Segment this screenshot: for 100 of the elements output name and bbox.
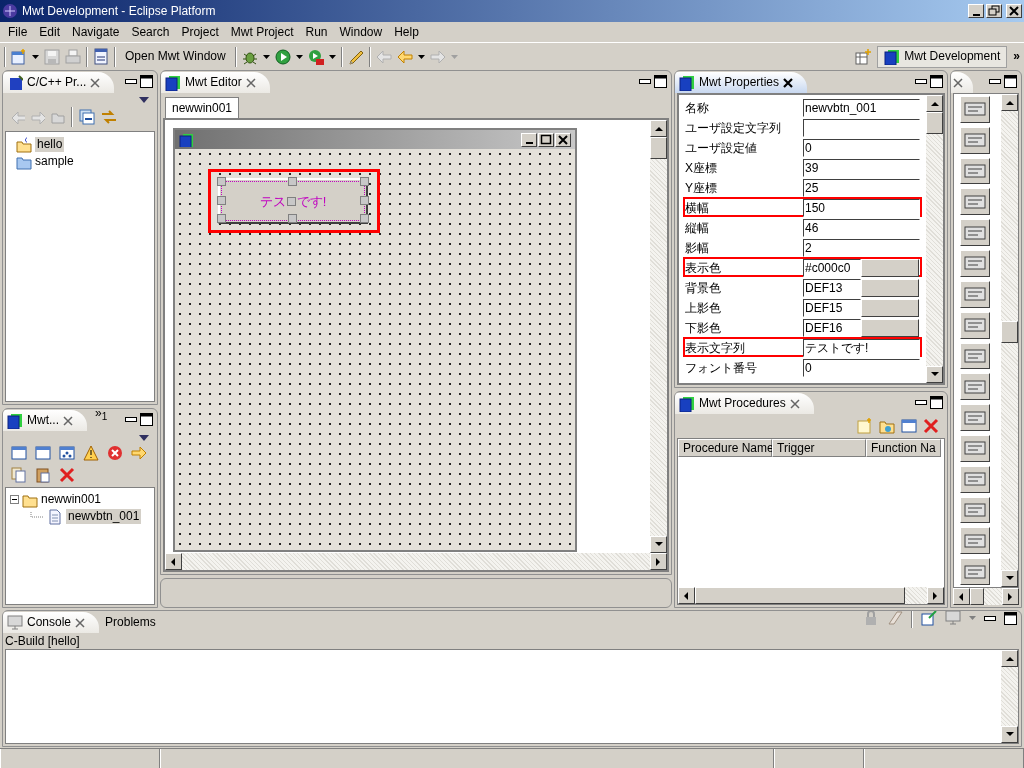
scroll-up-button[interactable] bbox=[1001, 650, 1018, 668]
palette-button[interactable] bbox=[960, 157, 990, 185]
palette-button[interactable] bbox=[960, 434, 990, 462]
view-tab[interactable]: Mwt Editor bbox=[161, 72, 270, 93]
vertical-scrollbar[interactable] bbox=[1001, 94, 1018, 587]
horizontal-scrollbar[interactable] bbox=[953, 588, 1019, 605]
copy-icon[interactable] bbox=[11, 467, 27, 483]
palette-button[interactable] bbox=[960, 126, 990, 154]
window-layout-icon[interactable] bbox=[59, 445, 75, 461]
minimize-icon[interactable] bbox=[125, 417, 137, 422]
scrollbar-thumb[interactable] bbox=[970, 588, 984, 605]
minimize-icon[interactable] bbox=[915, 79, 927, 84]
close-button[interactable] bbox=[555, 132, 571, 147]
minimize-icon[interactable] bbox=[125, 79, 137, 84]
menu-item[interactable]: Navigate bbox=[66, 24, 126, 40]
palette-button[interactable] bbox=[960, 188, 990, 216]
scrollbar-thumb[interactable] bbox=[926, 112, 943, 134]
window-icon[interactable] bbox=[901, 418, 917, 434]
scroll-right-button[interactable] bbox=[1002, 588, 1019, 605]
minimize-icon[interactable] bbox=[915, 400, 927, 405]
collapse-icon[interactable] bbox=[10, 495, 19, 504]
minimize-icon[interactable] bbox=[989, 79, 1001, 84]
palette-button[interactable] bbox=[960, 311, 990, 339]
scroll-down-button[interactable] bbox=[926, 366, 943, 383]
maximize-icon[interactable] bbox=[654, 75, 667, 88]
palette-button[interactable] bbox=[960, 465, 990, 493]
horizontal-scrollbar[interactable] bbox=[165, 553, 667, 570]
vertical-scrollbar[interactable] bbox=[926, 95, 943, 383]
close-icon[interactable] bbox=[783, 77, 794, 88]
warning-icon[interactable] bbox=[83, 445, 99, 461]
binary-file-icon[interactable] bbox=[93, 48, 109, 65]
palette-button[interactable] bbox=[960, 527, 990, 555]
property-field[interactable]: 0 bbox=[803, 139, 920, 157]
color-picker-button[interactable] bbox=[861, 279, 919, 297]
scrollbar-thumb[interactable] bbox=[650, 137, 667, 160]
window-icon[interactable] bbox=[11, 445, 27, 461]
view-tab[interactable]: Mwt Properties bbox=[675, 72, 808, 93]
view-tab[interactable]: C/C++ Pr... bbox=[3, 72, 115, 93]
perspective-button[interactable]: Mwt Development bbox=[877, 45, 1008, 68]
palette-button[interactable] bbox=[960, 342, 990, 370]
collapse-all-icon[interactable] bbox=[79, 109, 95, 125]
scroll-right-button[interactable] bbox=[650, 553, 667, 570]
dropdown-caret-icon[interactable] bbox=[32, 54, 39, 59]
palette-button[interactable] bbox=[960, 96, 990, 123]
property-field[interactable]: DEF15 bbox=[803, 299, 861, 317]
minimize-icon[interactable] bbox=[639, 79, 651, 84]
palette-button[interactable] bbox=[960, 250, 990, 277]
menu-item[interactable]: Edit bbox=[33, 24, 67, 40]
paste-icon[interactable] bbox=[35, 467, 51, 483]
property-field[interactable]: 150 bbox=[803, 199, 920, 217]
view-tab[interactable]: Console bbox=[3, 612, 100, 633]
pencil-icon[interactable] bbox=[347, 48, 364, 65]
property-field[interactable]: 39 bbox=[803, 159, 920, 177]
palette-button[interactable] bbox=[960, 219, 990, 247]
tree-item[interactable]: newvbtn_001 bbox=[66, 509, 142, 524]
editor-tab[interactable]: newwin001 bbox=[165, 97, 240, 119]
scroll-up-button[interactable] bbox=[650, 120, 667, 138]
maximize-icon[interactable] bbox=[1004, 611, 1017, 625]
column-header[interactable]: Trigger bbox=[772, 439, 866, 458]
restore-button[interactable] bbox=[986, 4, 1002, 18]
property-field[interactable]: 46 bbox=[803, 219, 920, 237]
view-tab[interactable] bbox=[951, 72, 973, 93]
run-icon[interactable] bbox=[274, 48, 291, 65]
palette-button[interactable] bbox=[960, 496, 990, 524]
column-header[interactable]: Function Na bbox=[866, 439, 941, 458]
delete-icon[interactable] bbox=[59, 467, 75, 483]
view-menu-icon[interactable] bbox=[139, 435, 149, 441]
minimize-icon[interactable] bbox=[984, 615, 996, 621]
tree-item[interactable]: newwin001 bbox=[41, 492, 102, 507]
dropdown-caret-icon[interactable] bbox=[262, 54, 270, 59]
color-picker-button[interactable] bbox=[861, 259, 919, 277]
palette-button[interactable] bbox=[960, 373, 990, 401]
horizontal-scrollbar[interactable] bbox=[678, 587, 944, 604]
scroll-left-button[interactable] bbox=[953, 588, 970, 605]
palette-button[interactable] bbox=[960, 558, 990, 585]
scroll-right-button[interactable] bbox=[927, 587, 944, 604]
property-field[interactable]: 2 bbox=[803, 239, 920, 257]
open-window-button[interactable]: Open Mwt Window bbox=[121, 49, 230, 64]
menu-item[interactable]: File bbox=[2, 24, 34, 40]
maximize-icon[interactable] bbox=[930, 396, 943, 409]
overflow-chevron[interactable]: » bbox=[95, 409, 102, 421]
view-tab[interactable]: Problems bbox=[99, 612, 162, 633]
delete-icon[interactable] bbox=[923, 418, 939, 434]
property-field[interactable]: #c000c0 bbox=[803, 259, 861, 277]
property-field[interactable] bbox=[803, 119, 920, 137]
menu-item[interactable]: Window bbox=[333, 24, 389, 40]
new-perspective-icon[interactable] bbox=[855, 48, 872, 65]
maximize-icon[interactable] bbox=[1004, 75, 1017, 88]
scrollbar-thumb[interactable] bbox=[695, 587, 905, 604]
view-menu-icon[interactable] bbox=[139, 97, 149, 103]
pin-icon[interactable] bbox=[921, 611, 937, 626]
vertical-scrollbar[interactable] bbox=[650, 120, 667, 553]
scroll-down-button[interactable] bbox=[1001, 570, 1018, 587]
menu-item[interactable]: Help bbox=[388, 24, 425, 40]
menu-item[interactable]: Search bbox=[125, 24, 176, 40]
color-picker-button[interactable] bbox=[861, 299, 919, 317]
dropdown-caret-icon[interactable] bbox=[417, 54, 425, 59]
scroll-down-button[interactable] bbox=[650, 536, 667, 553]
property-field[interactable]: newvbtn_001 bbox=[803, 99, 920, 117]
error-icon[interactable] bbox=[107, 445, 123, 461]
